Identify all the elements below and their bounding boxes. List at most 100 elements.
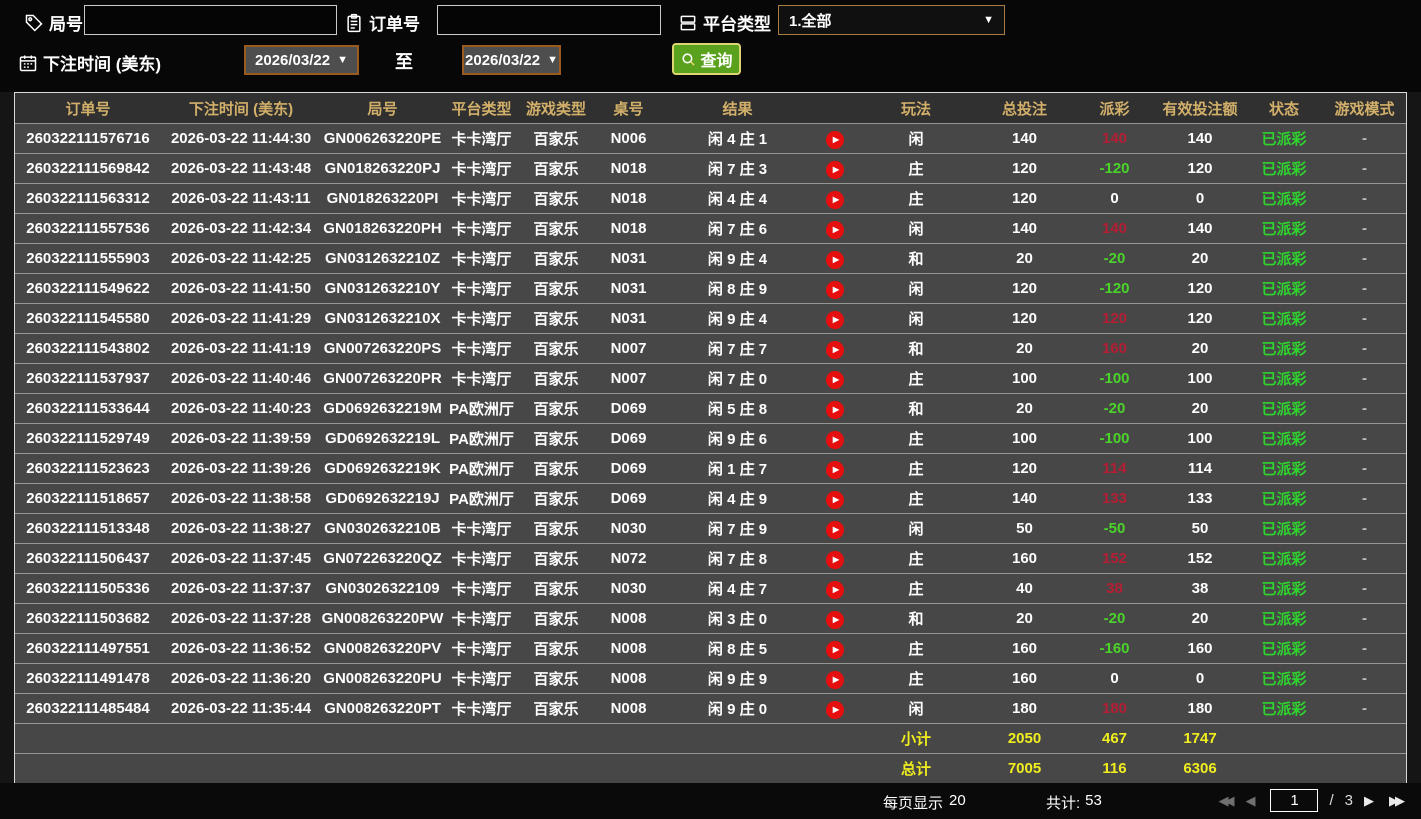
cell-status: 已派彩	[1261, 551, 1307, 568]
play-video-icon[interactable]: ▶	[826, 550, 844, 569]
cell-play: ▶	[811, 309, 859, 329]
prev-page-button[interactable]: ◀	[1245, 793, 1259, 809]
cell-playtype: 庄	[908, 491, 924, 508]
cell-status: 已派彩	[1261, 581, 1307, 598]
play-video-icon[interactable]: ▶	[826, 250, 844, 269]
total-row: 总计 7005 116 6306	[15, 753, 1406, 783]
cell-platform: 卡卡湾厅	[451, 611, 512, 628]
cell-order: 260322111549622	[26, 280, 150, 297]
cell-game: 百家乐	[533, 671, 579, 688]
cell-status: 已派彩	[1261, 161, 1307, 178]
cell-play: ▶	[811, 489, 859, 509]
date-to-select[interactable]: 2026/03/22 ▼	[462, 45, 561, 75]
total-label: 总计	[900, 761, 931, 778]
last-page-button[interactable]: ▶▶	[1389, 793, 1405, 809]
play-video-icon[interactable]: ▶	[826, 700, 844, 719]
cell-round: GN03026322109	[325, 580, 440, 597]
cell-valid: 50	[1191, 520, 1209, 537]
cell-game: 百家乐	[533, 131, 579, 148]
cell-table: D069	[610, 460, 647, 477]
cell-result: 闲 8 庄 9	[707, 281, 768, 298]
cell-result: 闲 4 庄 9	[707, 491, 768, 508]
cell-mode: -	[1362, 610, 1367, 627]
cell-status: 已派彩	[1261, 191, 1307, 208]
cell-order: 260322111537937	[26, 370, 150, 387]
play-video-icon[interactable]: ▶	[826, 610, 844, 629]
play-video-icon[interactable]: ▶	[826, 430, 844, 449]
header-6: 结果	[722, 100, 753, 118]
first-page-button[interactable]: ◀◀	[1218, 793, 1234, 809]
cell-time: 2026-03-22 11:35:44	[170, 700, 312, 717]
cell-table: N031	[610, 310, 647, 327]
cell-time: 2026-03-22 11:44:30	[170, 130, 312, 147]
play-video-icon[interactable]: ▶	[826, 310, 844, 329]
cell-order: 260322111555903	[26, 250, 150, 267]
next-page-button[interactable]: ▶	[1364, 793, 1378, 809]
cell-payout: -100	[1099, 370, 1130, 387]
cell-status: 已派彩	[1261, 611, 1307, 628]
play-video-icon[interactable]: ▶	[826, 580, 844, 599]
cell-platform: 卡卡湾厅	[451, 161, 512, 178]
play-video-icon[interactable]: ▶	[826, 130, 844, 149]
cell-table: N031	[610, 250, 647, 267]
cell-bet: 120	[1011, 160, 1038, 177]
play-video-icon[interactable]: ▶	[826, 160, 844, 179]
date-to-value: 2026/03/22	[465, 51, 541, 69]
platform-type-select[interactable]: 1.全部 ▼	[778, 5, 1005, 35]
cell-mode: -	[1362, 310, 1367, 327]
cell-round: GN018263220PH	[323, 220, 442, 237]
play-video-icon[interactable]: ▶	[826, 400, 844, 419]
cell-payout: -100	[1099, 430, 1130, 447]
cell-table: N030	[610, 520, 647, 537]
cell-order: 260322111543802	[26, 340, 150, 357]
platform-type-label: 平台类型	[703, 15, 771, 34]
play-video-icon[interactable]: ▶	[826, 220, 844, 239]
cell-platform: PA欧洲厅	[449, 431, 514, 448]
table-row: 260322111545580 2026-03-22 11:41:29 GN0312…	[15, 303, 1406, 333]
order-number-label-group: 订单号	[344, 10, 420, 35]
search-button[interactable]: 查询	[672, 43, 741, 75]
bet-time-label: 下注时间 (美东)	[43, 55, 162, 74]
round-number-label: 局号	[49, 15, 83, 34]
header-3: 平台类型	[451, 100, 512, 118]
cell-result: 闲 9 庄 4	[707, 311, 768, 328]
cell-result: 闲 4 庄 7	[707, 581, 768, 598]
cell-platform: 卡卡湾厅	[451, 641, 512, 658]
date-from-value: 2026/03/22	[255, 51, 331, 69]
cell-payout: -120	[1099, 280, 1130, 297]
play-video-icon[interactable]: ▶	[826, 190, 844, 209]
cell-order: 260322111485484	[26, 700, 150, 717]
cell-valid: 38	[1191, 580, 1209, 597]
play-video-icon[interactable]: ▶	[826, 460, 844, 479]
cell-time: 2026-03-22 11:39:26	[170, 460, 312, 477]
page-number-input[interactable]	[1270, 789, 1319, 812]
play-video-icon[interactable]: ▶	[826, 490, 844, 509]
round-number-input[interactable]	[84, 5, 337, 35]
cell-platform: 卡卡湾厅	[451, 581, 512, 598]
cell-table: D069	[610, 400, 647, 417]
play-video-icon[interactable]: ▶	[826, 670, 844, 689]
cell-game: 百家乐	[533, 311, 579, 328]
play-video-icon[interactable]: ▶	[826, 640, 844, 659]
play-video-icon[interactable]: ▶	[826, 520, 844, 539]
play-video-icon[interactable]: ▶	[826, 280, 844, 299]
cell-order: 260322111533644	[26, 400, 150, 417]
cell-round: GN0312632210X	[324, 310, 441, 327]
play-video-icon[interactable]: ▶	[826, 370, 844, 389]
cell-game: 百家乐	[533, 581, 579, 598]
order-number-input[interactable]	[437, 5, 661, 35]
per-page-group: 每页显示 20	[883, 792, 966, 813]
cell-round: GD0692632219K	[324, 460, 441, 477]
cell-play: ▶	[811, 219, 859, 239]
date-from-select[interactable]: 2026/03/22 ▼	[244, 45, 359, 75]
cell-payout: 120	[1101, 310, 1128, 327]
cell-time: 2026-03-22 11:37:28	[170, 610, 312, 627]
cell-valid: 152	[1187, 550, 1213, 567]
cell-bet: 120	[1011, 460, 1038, 477]
cell-game: 百家乐	[533, 371, 579, 388]
cell-valid: 180	[1187, 700, 1213, 717]
cell-play: ▶	[811, 429, 859, 449]
cell-play: ▶	[811, 609, 859, 629]
play-video-icon[interactable]: ▶	[826, 340, 844, 359]
cell-mode: -	[1362, 670, 1367, 687]
